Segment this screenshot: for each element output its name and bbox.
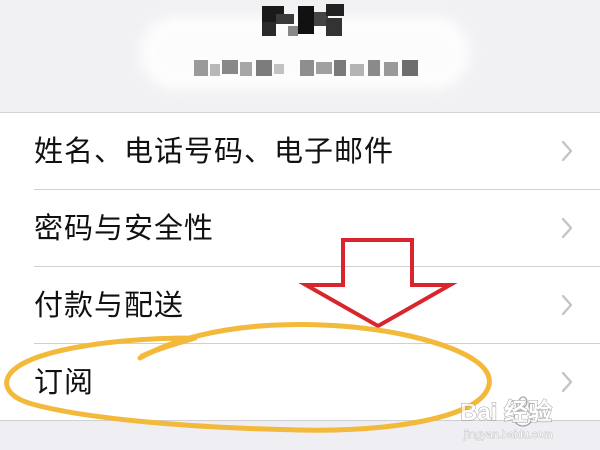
settings-row-label: 订阅 (34, 365, 95, 399)
settings-row-label: 密码与安全性 (34, 211, 215, 245)
profile-header (0, 0, 600, 113)
settings-row-payment-shipping[interactable]: 付款与配送 (0, 267, 600, 344)
account-settings-list: 姓名、电话号码、电子邮件 密码与安全性 付款与配送 订阅 (0, 113, 600, 421)
baidu-jingyan-watermark: Bai 经验 jingyan.baidu.com (456, 388, 594, 444)
baidu-logo-icon: Bai 经验 jingyan.baidu.com (459, 396, 553, 441)
watermark-brand: Bai 经验 (460, 398, 552, 426)
settings-row-label: 付款与配送 (34, 288, 185, 322)
screen: 姓名、电话号码、电子邮件 密码与安全性 付款与配送 订阅 Bai 经验 jing… (0, 0, 600, 450)
chevron-right-icon (562, 141, 572, 161)
chevron-right-icon (562, 218, 572, 238)
watermark-url: jingyan.baidu.com (463, 429, 553, 441)
chevron-right-icon (562, 295, 572, 315)
settings-row-label: 姓名、电话号码、电子邮件 (34, 134, 395, 168)
settings-row-password-security[interactable]: 密码与安全性 (0, 190, 600, 267)
settings-row-name-phone-email[interactable]: 姓名、电话号码、电子邮件 (0, 113, 600, 190)
